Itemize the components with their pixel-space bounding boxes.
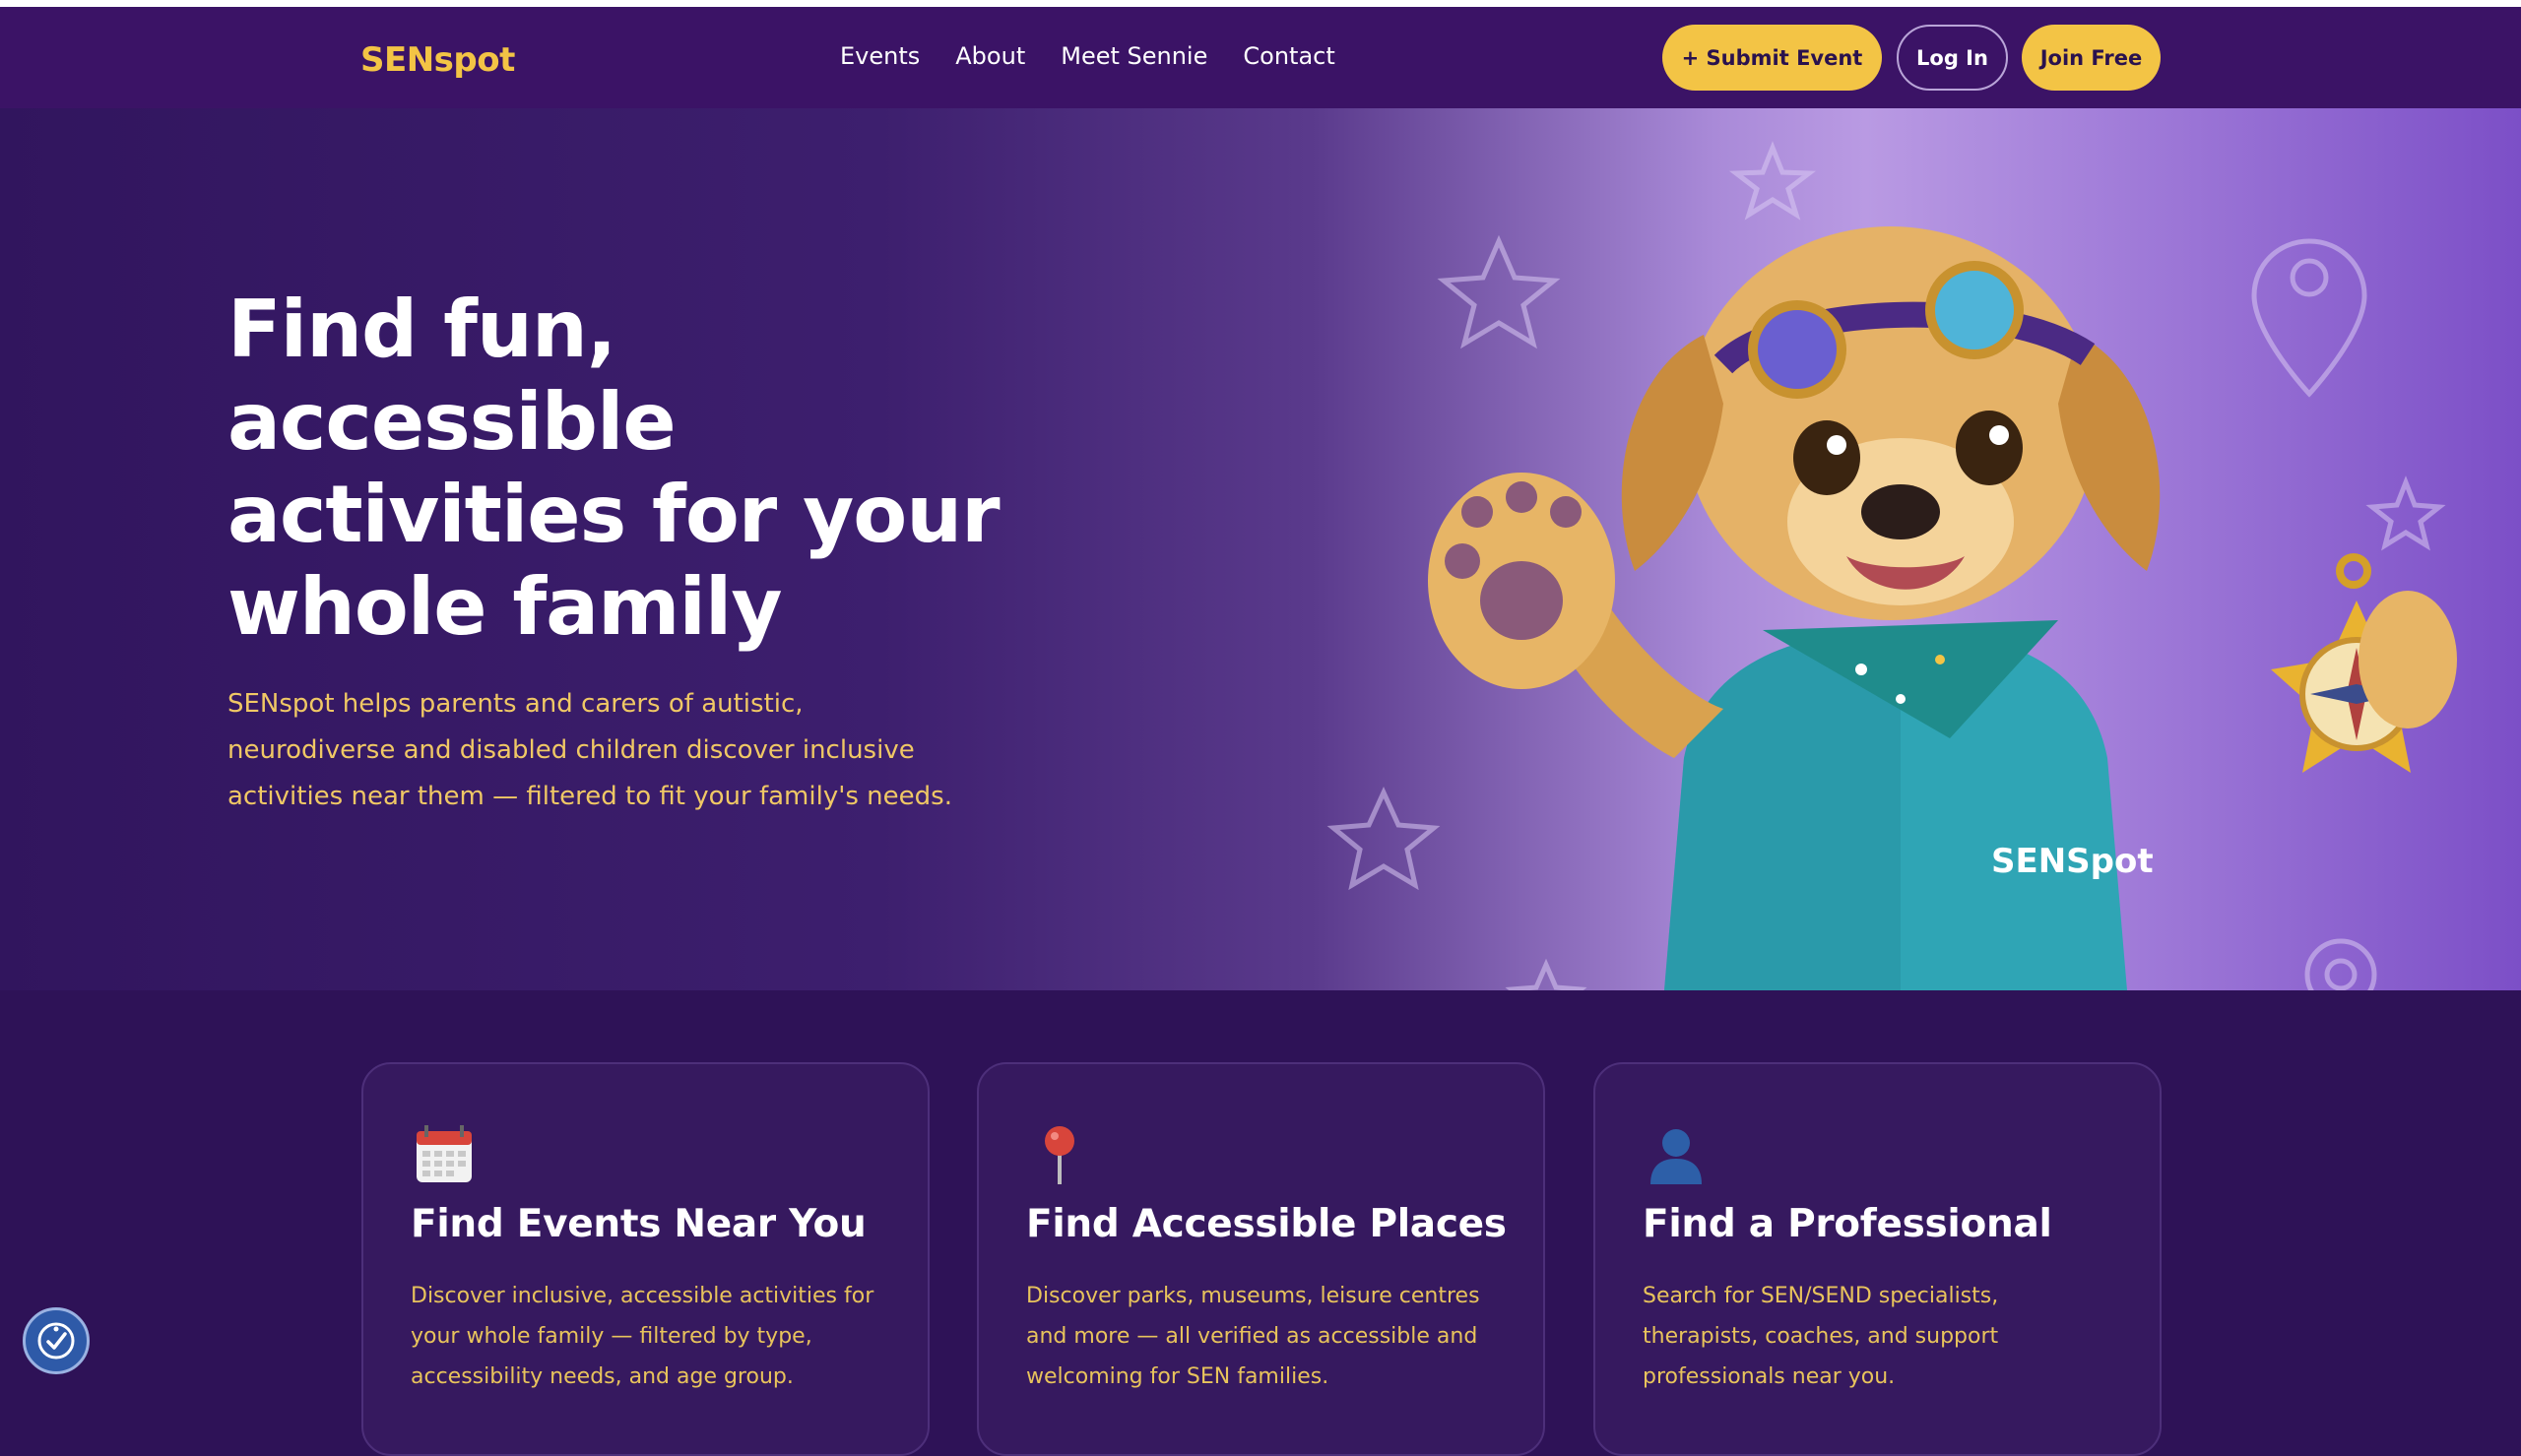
feature-card-professional[interactable]: Find a Professional Search for SEN/SEND … [1593,1062,2162,1456]
person-icon [1650,1129,1702,1184]
nav-link-events[interactable]: Events [840,42,920,70]
join-free-button[interactable]: Join Free [2022,25,2161,91]
accessibility-icon [37,1322,75,1360]
map-pin-outline-icon [2251,238,2367,398]
star-outline-icon [1728,141,1817,221]
location-ring-icon [2304,938,2377,990]
card-description: Discover parks, museums, leisure centres… [1026,1284,1480,1389]
log-in-button[interactable]: Log In [1897,25,2008,91]
hero-section: Find fun, accessible activities for your… [0,108,2521,990]
star-outline-icon [1437,234,1561,349]
card-title: Find Accessible Places [1026,1202,1507,1246]
site-logo[interactable]: SENspot [360,40,515,80]
card-description: Discover inclusive, accessible activitie… [411,1284,874,1389]
browser-top-strip [0,0,2521,7]
accessibility-widget-button[interactable] [23,1307,90,1374]
hero-title: Find fun, accessible activities for your… [227,284,1001,653]
puppy-mascot: SENSpot [1428,226,2457,990]
feature-card-places[interactable]: Find Accessible Places Discover parks, m… [977,1062,1545,1456]
nav-link-meet-sennie[interactable]: Meet Sennie [1061,42,1207,70]
card-description: Search for SEN/SEND specialists, therapi… [1643,1284,1999,1389]
calendar-icon [417,1125,472,1182]
map-pin-icon [1045,1126,1074,1184]
hero-subtitle: SENspot helps parents and carers of auti… [227,689,952,811]
submit-event-button[interactable]: + Submit Event [1662,25,1882,91]
features-section: Find Events Near You Discover inclusive,… [0,990,2521,1456]
star-outline-icon [2365,475,2446,551]
main-nav: Events About Meet Sennie Contact [840,42,1335,70]
card-title: Find a Professional [1643,1202,2052,1246]
star-outline-icon [1505,958,1587,990]
site-header: SENspot Events About Meet Sennie Contact… [0,7,2521,108]
puppy-mascot-illustration: SENSpot [1326,141,2457,990]
star-outline-icon [1326,786,1441,891]
nav-link-contact[interactable]: Contact [1243,42,1334,70]
card-title: Find Events Near You [411,1202,867,1246]
nav-link-about[interactable]: About [955,42,1025,70]
shirt-logo-text: SENSpot [1991,842,2154,881]
feature-card-events[interactable]: Find Events Near You Discover inclusive,… [361,1062,930,1456]
